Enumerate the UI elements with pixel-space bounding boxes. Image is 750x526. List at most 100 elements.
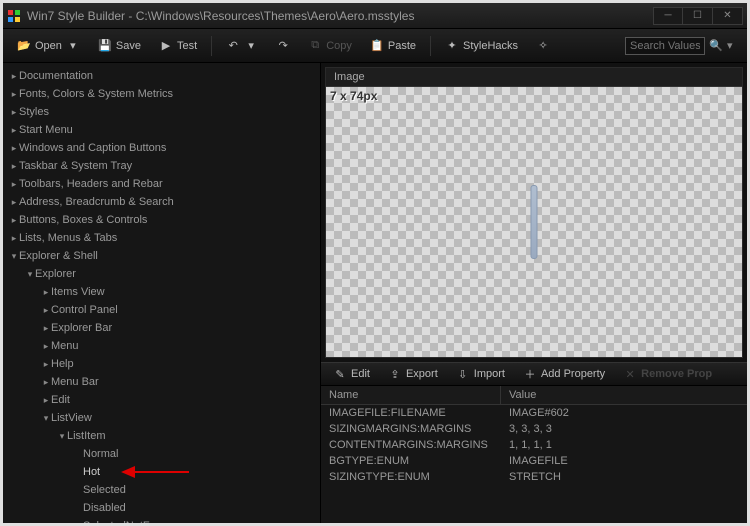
property-value: 3, 3, 3, 3 (501, 421, 747, 437)
property-table[interactable]: Name Value IMAGEFILE:FILENAMEIMAGE#602SI… (321, 386, 747, 523)
tree-item-label: ListItem (67, 430, 106, 442)
column-value[interactable]: Value (501, 386, 747, 404)
main-toolbar: 📂Open▾ 💾Save ▶Test ↶▾ ↷ ⧉Copy 📋Paste ✦St… (3, 29, 747, 63)
chevron-down-icon[interactable]: ▾ (727, 39, 741, 53)
property-value: STRETCH (501, 469, 747, 485)
tree-item[interactable]: ▾ListView (3, 409, 320, 427)
redo-button[interactable]: ↷ (268, 35, 298, 57)
chevron-right-icon: ▸ (9, 179, 19, 190)
paste-icon: 📋 (370, 39, 384, 53)
table-header: Name Value (321, 386, 747, 405)
column-name[interactable]: Name (321, 386, 501, 404)
folder-open-icon: 📂 (17, 39, 31, 53)
tree-item-label: Selected (83, 484, 126, 496)
app-icon (7, 9, 21, 23)
copy-button[interactable]: ⧉Copy (300, 35, 360, 57)
search-icon[interactable]: 🔍 (709, 39, 723, 53)
minimize-button[interactable]: ─ (653, 7, 683, 25)
paste-button[interactable]: 📋Paste (362, 35, 424, 57)
tree-item[interactable]: Normal (3, 445, 320, 463)
chevron-down-icon: ▾ (66, 39, 80, 53)
tree-item[interactable]: SelectedNotFocus (3, 517, 320, 523)
wand-icon: ✦ (445, 39, 459, 53)
tree-item[interactable]: ▸Lists, Menus & Tabs (3, 229, 320, 247)
tree-item[interactable]: ▾Explorer (3, 265, 320, 283)
annotation-arrow-icon (121, 465, 191, 479)
image-preview (531, 185, 538, 259)
tree-item[interactable]: ▸Explorer Bar (3, 319, 320, 337)
chevron-right-icon: ▸ (41, 377, 51, 388)
tree-item[interactable]: Selected (3, 481, 320, 499)
tree-item[interactable]: ▸Address, Breadcrumb & Search (3, 193, 320, 211)
chevron-down-icon: ▾ (41, 413, 51, 424)
tree-item-label: Normal (83, 448, 118, 460)
plus-icon: ＋ (523, 367, 537, 381)
tree-item[interactable]: ▸Taskbar & System Tray (3, 157, 320, 175)
close-button[interactable]: ✕ (713, 7, 743, 25)
separator (211, 36, 212, 56)
tree-item[interactable]: Disabled (3, 499, 320, 517)
export-button[interactable]: ⇪Export (380, 363, 446, 385)
tree-item[interactable]: Hot (3, 463, 320, 481)
tree-item[interactable]: ▸Fonts, Colors & System Metrics (3, 85, 320, 103)
table-row[interactable]: CONTENTMARGINS:MARGINS1, 1, 1, 1 (321, 437, 747, 453)
stylehacks-button[interactable]: ✦StyleHacks (437, 35, 526, 57)
open-button[interactable]: 📂Open▾ (9, 35, 88, 57)
tree-item-label: Windows and Caption Buttons (19, 142, 166, 154)
tool-button[interactable]: ✧ (528, 35, 558, 57)
tree-item[interactable]: ▸Control Panel (3, 301, 320, 319)
chevron-right-icon: ▸ (9, 143, 19, 154)
tree-item[interactable]: ▸Items View (3, 283, 320, 301)
tree-item[interactable]: ▸Buttons, Boxes & Controls (3, 211, 320, 229)
save-icon: 💾 (98, 39, 112, 53)
tree-item[interactable]: ▸Edit (3, 391, 320, 409)
tree-item-label: Control Panel (51, 304, 118, 316)
tree-panel[interactable]: ▸Documentation▸Fonts, Colors & System Me… (3, 63, 321, 523)
remove-property-button[interactable]: ✕Remove Prop (615, 363, 720, 385)
magic-icon: ✧ (536, 39, 550, 53)
tree-item-label: Buttons, Boxes & Controls (19, 214, 147, 226)
table-row[interactable]: SIZINGMARGINS:MARGINS3, 3, 3, 3 (321, 421, 747, 437)
tree-item[interactable]: ▸Styles (3, 103, 320, 121)
tree-item[interactable]: ▾ListItem (3, 427, 320, 445)
chevron-right-icon: ▸ (41, 359, 51, 370)
chevron-right-icon: ▸ (41, 341, 51, 352)
tree-item[interactable]: ▸Help (3, 355, 320, 373)
tree-item[interactable]: ▸Menu Bar (3, 373, 320, 391)
chevron-right-icon: ▸ (41, 323, 51, 334)
tree-item[interactable]: ▸Documentation (3, 67, 320, 85)
table-row[interactable]: IMAGEFILE:FILENAMEIMAGE#602 (321, 405, 747, 421)
tree-item-label: ListView (51, 412, 92, 424)
chevron-down-icon: ▾ (25, 269, 35, 280)
tree-item-label: Explorer (35, 268, 76, 280)
maximize-button[interactable]: ☐ (683, 7, 713, 25)
chevron-right-icon: ▸ (9, 233, 19, 244)
tree-item[interactable]: ▸Start Menu (3, 121, 320, 139)
tree-item-label: Hot (83, 466, 100, 478)
tree-item[interactable]: ▾Explorer & Shell (3, 247, 320, 265)
test-button[interactable]: ▶Test (151, 35, 205, 57)
chevron-right-icon: ▸ (9, 89, 19, 100)
chevron-down-icon: ▾ (9, 251, 19, 262)
property-name: IMAGEFILE:FILENAME (321, 405, 501, 421)
image-canvas[interactable]: 7 x 74px (326, 87, 742, 357)
tree-item-label: Toolbars, Headers and Rebar (19, 178, 163, 190)
tree-item[interactable]: ▸Windows and Caption Buttons (3, 139, 320, 157)
titlebar[interactable]: Win7 Style Builder - C:\Windows\Resource… (3, 3, 747, 29)
tree-item[interactable]: ▸Toolbars, Headers and Rebar (3, 175, 320, 193)
undo-button[interactable]: ↶▾ (218, 35, 266, 57)
tree-item[interactable]: ▸Menu (3, 337, 320, 355)
table-row[interactable]: BGTYPE:ENUMIMAGEFILE (321, 453, 747, 469)
search-input[interactable] (625, 37, 705, 55)
tree-item-label: Documentation (19, 70, 93, 82)
chevron-right-icon: ▸ (9, 107, 19, 118)
tree-item-label: Edit (51, 394, 70, 406)
add-property-button[interactable]: ＋Add Property (515, 363, 613, 385)
property-value: 1, 1, 1, 1 (501, 437, 747, 453)
import-button[interactable]: ⇩Import (448, 363, 513, 385)
property-value: IMAGE#602 (501, 405, 747, 421)
import-icon: ⇩ (456, 367, 470, 381)
table-row[interactable]: SIZINGTYPE:ENUMSTRETCH (321, 469, 747, 485)
edit-button[interactable]: ✎Edit (325, 363, 378, 385)
save-button[interactable]: 💾Save (90, 35, 149, 57)
